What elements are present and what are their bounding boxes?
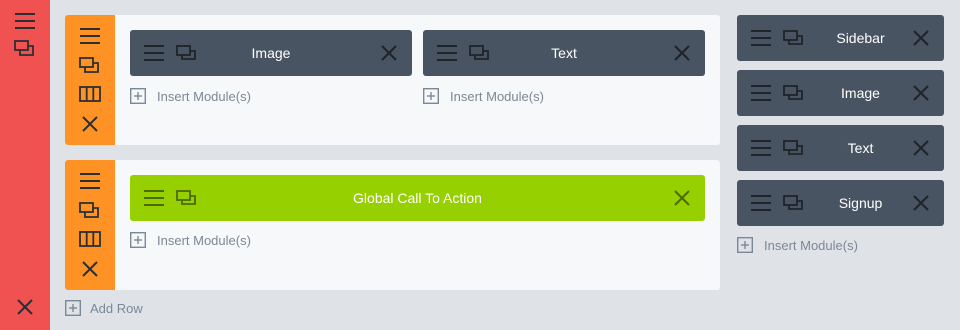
sidebar-module-sidebar[interactable]: Sidebar <box>737 15 944 61</box>
row-1-controls <box>65 15 115 145</box>
insert-module-link[interactable]: Insert Module(s) <box>130 230 251 250</box>
add-row-button[interactable]: Add Row <box>65 298 143 318</box>
plus-icon <box>65 300 81 316</box>
module-menu-lines-icon[interactable] <box>144 44 164 62</box>
section-controls <box>0 0 50 330</box>
row-columns-icon[interactable] <box>79 231 101 247</box>
module-label: Global Call To Action <box>353 190 482 206</box>
module-global-call-to-action[interactable]: Global Call To Action <box>130 175 705 221</box>
plus-icon <box>423 88 439 104</box>
module-image[interactable]: Image <box>130 30 412 76</box>
module-menu-lines-icon[interactable] <box>751 194 771 212</box>
plus-icon <box>737 237 753 253</box>
module-close-icon[interactable] <box>912 84 930 102</box>
row-menu-lines-icon[interactable] <box>79 27 101 45</box>
row-menu-lines-icon[interactable] <box>79 172 101 190</box>
insert-module-link[interactable]: Insert Module(s) <box>423 86 544 106</box>
module-close-icon[interactable] <box>912 29 930 47</box>
module-close-icon[interactable] <box>912 194 930 212</box>
section-menu-lines-icon[interactable] <box>14 12 36 30</box>
module-menu-lines-icon[interactable] <box>751 84 771 102</box>
sidebar-module-signup[interactable]: Signup <box>737 180 944 226</box>
insert-module-label: Insert Module(s) <box>157 88 251 104</box>
sidebar-module-image[interactable]: Image <box>737 70 944 116</box>
module-menu-lines-icon[interactable] <box>144 189 164 207</box>
module-close-icon[interactable] <box>380 44 398 62</box>
section-close-icon[interactable] <box>16 298 34 316</box>
row-close-icon[interactable] <box>81 115 99 133</box>
row-close-icon[interactable] <box>81 260 99 278</box>
plus-icon <box>130 88 146 104</box>
add-row-label: Add Row <box>90 300 143 316</box>
module-menu-lines-icon[interactable] <box>437 44 457 62</box>
module-close-icon[interactable] <box>673 44 691 62</box>
section-duplicate-icon[interactable] <box>14 40 36 58</box>
insert-module-link[interactable]: Insert Module(s) <box>130 86 251 106</box>
insert-module-label: Insert Module(s) <box>764 237 858 253</box>
plus-icon <box>130 232 146 248</box>
module-duplicate-icon[interactable] <box>176 44 198 62</box>
row-duplicate-icon[interactable] <box>79 202 101 220</box>
module-text[interactable]: Text <box>423 30 705 76</box>
row-duplicate-icon[interactable] <box>79 57 101 75</box>
insert-module-label: Insert Module(s) <box>450 88 544 104</box>
row-1: Image Insert Module(s) Text Insert Modul… <box>65 15 720 145</box>
row-2: Global Call To Action Insert Module(s) <box>65 160 720 290</box>
module-duplicate-icon[interactable] <box>469 44 491 62</box>
module-close-icon[interactable] <box>673 189 691 207</box>
sidebar-insert-module-link[interactable]: Insert Module(s) <box>737 235 858 255</box>
module-menu-lines-icon[interactable] <box>751 29 771 47</box>
module-duplicate-icon[interactable] <box>176 189 198 207</box>
row-2-controls <box>65 160 115 290</box>
module-label: Text <box>551 45 577 61</box>
row-columns-icon[interactable] <box>79 86 101 102</box>
module-label: Image <box>251 45 291 61</box>
module-close-icon[interactable] <box>912 139 930 157</box>
insert-module-label: Insert Module(s) <box>157 232 251 248</box>
module-menu-lines-icon[interactable] <box>751 139 771 157</box>
sidebar-module-text[interactable]: Text <box>737 125 944 171</box>
